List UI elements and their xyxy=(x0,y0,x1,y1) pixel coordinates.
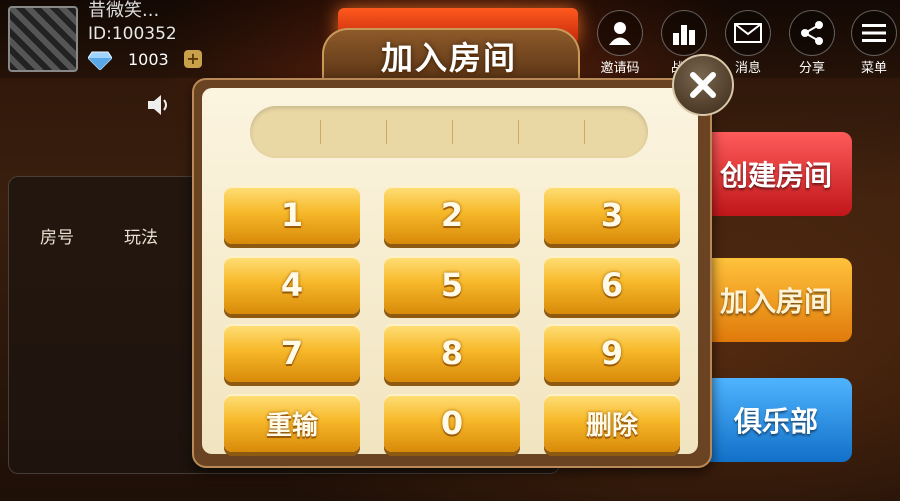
dialog-title: 加入房间 xyxy=(380,39,517,77)
key-7[interactable]: 7 xyxy=(224,324,360,382)
code-slot-divider xyxy=(518,120,519,144)
gem-count: 1003 xyxy=(128,50,169,69)
share-icon xyxy=(801,21,823,45)
key-0[interactable]: 0 xyxy=(384,394,520,452)
key-9[interactable]: 9 xyxy=(544,324,680,382)
menu-button[interactable]: 菜单 xyxy=(848,10,900,76)
key-3[interactable]: 3 xyxy=(544,186,680,244)
player-id: ID:100352 xyxy=(88,24,177,44)
key-1[interactable]: 1 xyxy=(224,186,360,244)
share-button[interactable]: 分享 xyxy=(786,10,838,76)
menu-label: 菜单 xyxy=(860,61,887,76)
invite-code-button[interactable]: 邀请码 xyxy=(594,10,646,76)
club-button[interactable]: 俱乐部 xyxy=(700,378,852,462)
code-slot-divider xyxy=(452,120,453,144)
column-game-mode: 玩法 xyxy=(124,228,158,248)
code-slot-divider xyxy=(386,120,387,144)
delete-key[interactable]: 删除 xyxy=(544,394,680,452)
bar-chart-icon xyxy=(673,25,695,45)
mail-icon xyxy=(734,23,762,43)
join-room-side-button[interactable]: 加入房间 xyxy=(700,258,852,342)
menu-icon xyxy=(862,24,886,42)
key-6[interactable]: 6 xyxy=(544,256,680,314)
key-8[interactable]: 8 xyxy=(384,324,520,382)
messages-button[interactable]: 消息 xyxy=(722,10,774,76)
key-5[interactable]: 5 xyxy=(384,256,520,314)
speaker-icon[interactable] xyxy=(146,94,172,116)
create-room-button[interactable]: 创建房间 xyxy=(700,132,852,216)
key-4[interactable]: 4 xyxy=(224,256,360,314)
reset-key[interactable]: 重输 xyxy=(224,394,360,452)
avatar[interactable] xyxy=(8,6,78,72)
invite-code-label: 邀请码 xyxy=(600,61,640,76)
room-code-display xyxy=(250,106,648,158)
diamond-icon xyxy=(88,51,112,70)
column-room-number: 房号 xyxy=(40,228,74,248)
add-gems-button[interactable]: + xyxy=(184,50,202,68)
code-slot-divider xyxy=(584,120,585,144)
user-icon xyxy=(609,22,631,45)
key-2[interactable]: 2 xyxy=(384,186,520,244)
close-dialog-button[interactable] xyxy=(672,54,734,116)
player-name: 昔微笑... xyxy=(88,0,160,21)
code-slot-divider xyxy=(320,120,321,144)
close-icon xyxy=(690,72,716,98)
share-label: 分享 xyxy=(798,61,825,76)
